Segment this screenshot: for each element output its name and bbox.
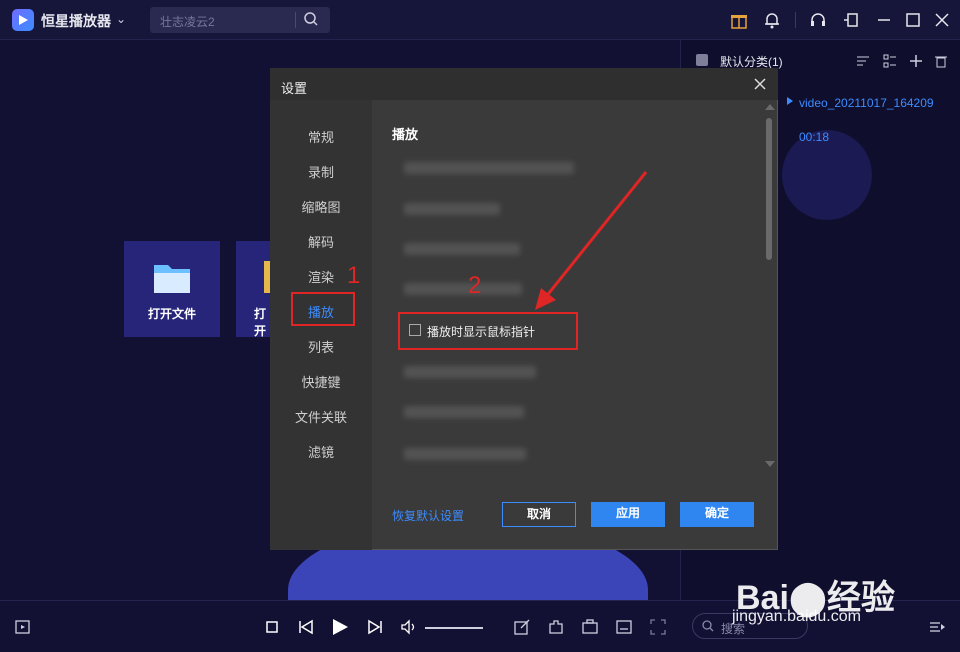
headset-icon[interactable] — [808, 10, 828, 30]
subtitle-icon[interactable] — [615, 618, 633, 636]
app-title[interactable]: 恒星播放器 — [41, 11, 111, 31]
setting-option[interactable] — [404, 448, 526, 460]
play-icon[interactable] — [330, 617, 350, 637]
section-title: 播放 — [392, 127, 419, 142]
playlist-mode-icon[interactable] — [928, 618, 946, 636]
edit-icon[interactable] — [513, 618, 531, 636]
gift-icon[interactable] — [729, 10, 749, 30]
previous-icon[interactable] — [297, 618, 315, 636]
dialog-title: 设置 — [281, 81, 308, 96]
baidu-watermark-url: jingyan.baidu.com — [732, 608, 861, 625]
setting-option[interactable] — [404, 243, 520, 255]
annotation-box — [291, 292, 355, 326]
volume-slider[interactable] — [425, 627, 483, 629]
nav-item-list[interactable]: 列表 — [270, 337, 372, 356]
playlist-item-title[interactable]: video_20211017_164209 — [799, 96, 934, 110]
scroll-down-icon[interactable] — [765, 461, 775, 467]
setting-option[interactable] — [404, 406, 524, 418]
toolbox-icon[interactable] — [581, 618, 599, 636]
nav-item-filters[interactable]: 滤镜 — [270, 442, 372, 461]
nav-item-file-association[interactable]: 文件关联 — [270, 407, 372, 426]
nav-item-record[interactable]: 录制 — [270, 162, 372, 181]
dialog-header — [270, 68, 778, 100]
mini-mode-icon[interactable] — [842, 10, 862, 30]
setting-option[interactable] — [404, 162, 574, 174]
collapse-icon[interactable] — [696, 54, 708, 66]
stop-icon[interactable] — [263, 618, 281, 636]
chevron-down-icon[interactable]: ⌄ — [116, 12, 126, 26]
annotation-box — [398, 312, 578, 350]
nav-item-general[interactable]: 常规 — [270, 127, 372, 146]
nav-item-decode[interactable]: 解码 — [270, 232, 372, 251]
close-icon[interactable] — [932, 10, 952, 30]
search-icon[interactable] — [303, 11, 319, 27]
setting-option[interactable] — [404, 366, 536, 378]
scrollbar-thumb[interactable] — [766, 118, 772, 260]
fullscreen-icon[interactable] — [649, 618, 667, 636]
nav-item-thumbnail[interactable]: 缩略图 — [270, 197, 372, 216]
scroll-up-icon[interactable] — [765, 104, 775, 110]
divider — [795, 12, 796, 28]
annotation-number: 1 — [347, 262, 361, 289]
annotation-number: 2 — [468, 272, 482, 299]
setting-option[interactable] — [404, 283, 522, 295]
ok-button[interactable]: 确定 — [680, 502, 754, 527]
open-file-tile[interactable]: 打开文件 — [124, 241, 220, 337]
app-logo-icon — [12, 9, 34, 31]
minimize-icon[interactable] — [874, 10, 894, 30]
playlist-item-duration: 00:18 — [799, 130, 830, 144]
trash-icon[interactable] — [934, 54, 948, 68]
apply-button[interactable]: 应用 — [591, 502, 665, 527]
folder-icon — [154, 265, 190, 293]
plugin-icon[interactable] — [547, 618, 565, 636]
cancel-button[interactable]: 取消 — [502, 502, 576, 527]
open-folder-tile[interactable]: 打开 — [236, 241, 272, 338]
search-input[interactable]: 壮志凌云2 — [150, 7, 330, 33]
list-view-icon[interactable] — [883, 54, 897, 68]
next-icon[interactable] — [366, 618, 384, 636]
nav-item-shortcuts[interactable]: 快捷键 — [270, 372, 372, 391]
add-icon[interactable] — [909, 54, 923, 68]
volume-icon[interactable] — [400, 618, 418, 636]
search-icon — [702, 620, 714, 632]
sort-icon[interactable] — [856, 54, 870, 68]
search-placeholder: 壮志凌云2 — [160, 15, 215, 29]
restore-defaults-link[interactable]: 恢复默认设置 — [392, 507, 464, 524]
bell-icon[interactable] — [762, 10, 782, 30]
setting-option[interactable] — [404, 203, 500, 215]
playlist-toggle-icon[interactable] — [14, 618, 32, 636]
close-icon[interactable] — [752, 76, 768, 92]
open-file-label: 打开文件 — [148, 307, 197, 321]
divider — [295, 12, 296, 28]
playing-indicator-icon — [787, 97, 793, 105]
maximize-icon[interactable] — [903, 10, 923, 30]
